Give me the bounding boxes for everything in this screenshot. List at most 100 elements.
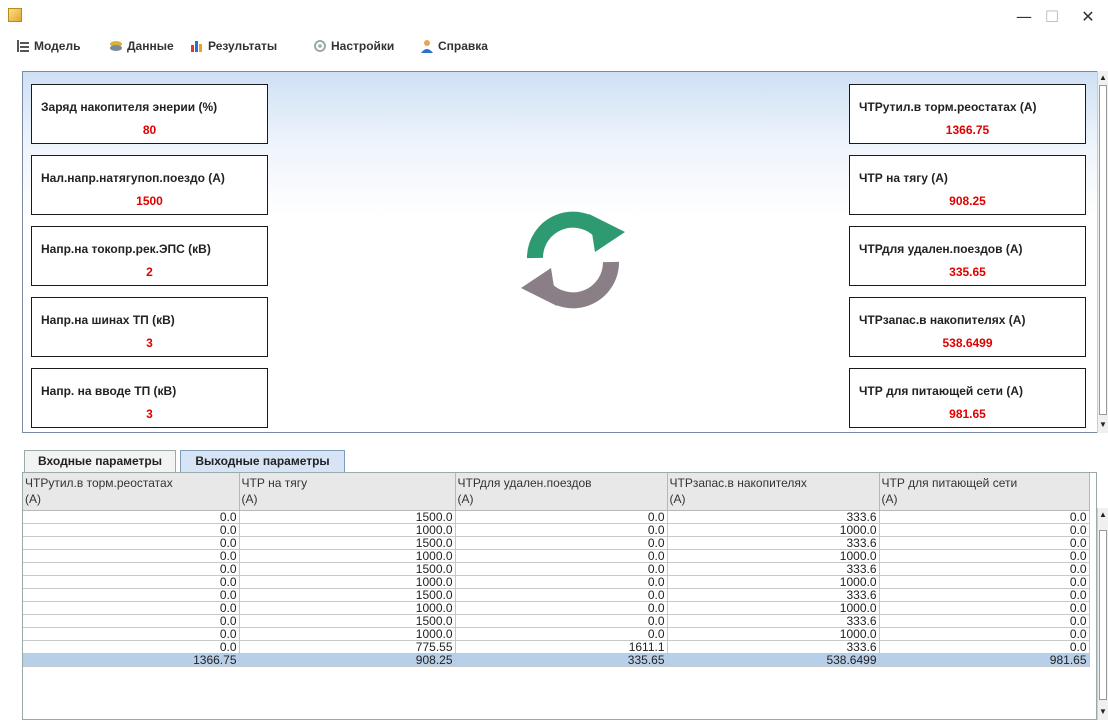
- menu-results-label: Результаты: [208, 39, 278, 53]
- scroll-thumb[interactable]: [1099, 530, 1107, 700]
- table-row-selected[interactable]: 1366.75 908.25 335.65 538.6499 981.65: [23, 653, 1090, 667]
- table-cell: 0.0: [879, 614, 1090, 628]
- menu-help[interactable]: Справка: [420, 39, 488, 53]
- table-cell: 1000.0: [667, 627, 880, 641]
- menu-data[interactable]: Данные: [109, 39, 174, 53]
- panel-scrollbar[interactable]: ▲ ▼: [1097, 71, 1108, 433]
- table-cell: 0.0: [455, 588, 668, 602]
- menu-data-label: Данные: [127, 39, 174, 53]
- table-row[interactable]: 0.0 1000.0 0.0 1000.0 0.0: [23, 575, 1090, 589]
- table-row[interactable]: 0.0 1000.0 0.0 1000.0 0.0: [23, 601, 1090, 615]
- table-row[interactable]: 0.0 1000.0 0.0 1000.0 0.0: [23, 523, 1090, 537]
- scroll-down-arrow-icon[interactable]: ▼: [1098, 419, 1108, 431]
- input-param-box: Напр.на шинах ТП (кВ) 3: [31, 297, 268, 357]
- column-header[interactable]: ЧТР для питающей сети (А): [879, 473, 1090, 511]
- table-cell: 1000.0: [239, 575, 456, 589]
- param-label: Напр.на шинах ТП (кВ): [41, 313, 175, 327]
- output-param-box: ЧТР на тягу (А) 908.25: [849, 155, 1086, 215]
- title-bar: — ☐ ✕: [0, 0, 1108, 34]
- table-cell: 333.6: [667, 562, 880, 576]
- table-cell: 0.0: [879, 536, 1090, 550]
- column-header[interactable]: ЧТРдля удален.поездов (А): [455, 473, 668, 511]
- table-row[interactable]: 0.0 1500.0 0.0 333.6 0.0: [23, 536, 1090, 550]
- menu-model[interactable]: Модель: [16, 39, 80, 53]
- table-cell: 1366.75: [23, 653, 240, 667]
- param-label: ЧТРутил.в торм.реостатах (А): [859, 100, 1037, 114]
- close-button[interactable]: ✕: [1068, 6, 1108, 28]
- param-value: 538.6499: [942, 336, 993, 350]
- menu-settings-label: Настройки: [331, 39, 395, 53]
- table-cell: 908.25: [239, 653, 456, 667]
- scroll-up-arrow-icon[interactable]: ▲: [1098, 509, 1108, 521]
- table-cell: 0.0: [23, 562, 240, 576]
- param-value: 335.65: [949, 265, 986, 279]
- menu-help-label: Справка: [438, 39, 488, 53]
- table-cell: 1500.0: [239, 510, 456, 524]
- column-header[interactable]: ЧТР на тягу (А): [239, 473, 456, 511]
- results-table: ЧТРутил.в торм.реостатах (А) ЧТР на тягу(…: [22, 472, 1097, 720]
- table-row[interactable]: 0.0 1000.0 0.0 1000.0 0.0: [23, 627, 1090, 641]
- param-value: 908.25: [949, 194, 986, 208]
- table-row[interactable]: 0.0 1500.0 0.0 333.6 0.0: [23, 614, 1090, 628]
- param-label: Напр. на вводе ТП (кВ): [41, 384, 177, 398]
- menu-settings[interactable]: Настройки: [313, 39, 394, 53]
- menu-results[interactable]: Результаты: [190, 39, 277, 53]
- table-cell: 0.0: [879, 588, 1090, 602]
- scroll-down-arrow-icon[interactable]: ▼: [1098, 706, 1108, 718]
- param-value: 2: [146, 265, 153, 279]
- refresh-icon[interactable]: [513, 200, 633, 320]
- param-value: 3: [146, 407, 153, 421]
- maximize-button[interactable]: ☐: [1032, 6, 1072, 28]
- simulation-panel: Заряд накопителя энерии (%) 80 Нал.напр.…: [22, 71, 1098, 433]
- table-cell: 1500.0: [239, 536, 456, 550]
- scroll-thumb[interactable]: [1099, 85, 1107, 415]
- table-row[interactable]: 0.0 775.55 1611.1 333.6 0.0: [23, 640, 1090, 654]
- param-label: ЧТР для питающей сети (А): [859, 384, 1024, 398]
- table-cell: 1000.0: [667, 523, 880, 537]
- data-icon: [109, 39, 123, 53]
- table-cell: 1611.1: [455, 640, 668, 654]
- table-cell: 333.6: [667, 536, 880, 550]
- output-param-box: ЧТР для питающей сети (А) 981.65: [849, 368, 1086, 428]
- param-label: ЧТР на тягу (А): [859, 171, 948, 185]
- input-param-box: Напр.на токопр.рек.ЭПС (кВ) 2: [31, 226, 268, 286]
- table-cell: 1000.0: [239, 627, 456, 641]
- table-cell: 0.0: [23, 510, 240, 524]
- table-cell: 538.6499: [667, 653, 880, 667]
- column-header[interactable]: ЧТРзапас.в накопителях (А): [667, 473, 880, 511]
- param-value: 1500: [136, 194, 163, 208]
- table-row[interactable]: 0.0 1500.0 0.0 333.6 0.0: [23, 588, 1090, 602]
- table-cell: 0.0: [879, 562, 1090, 576]
- table-cell: 775.55: [239, 640, 456, 654]
- table-cell: 333.6: [667, 510, 880, 524]
- table-cell: 0.0: [879, 627, 1090, 641]
- table-row[interactable]: 0.0 1500.0 0.0 333.6 0.0: [23, 510, 1090, 524]
- param-label: Заряд накопителя энерии (%): [41, 100, 218, 114]
- param-label: ЧТРдля удален.поездов (А): [859, 242, 1023, 256]
- table-cell: 1000.0: [667, 575, 880, 589]
- table-cell: 0.0: [455, 575, 668, 589]
- scroll-up-arrow-icon[interactable]: ▲: [1098, 72, 1108, 84]
- table-cell: 0.0: [23, 523, 240, 537]
- table-row[interactable]: 0.0 1500.0 0.0 333.6 0.0: [23, 562, 1090, 576]
- help-user-icon: [420, 39, 434, 53]
- table-cell: 335.65: [455, 653, 668, 667]
- table-cell: 0.0: [455, 549, 668, 563]
- table-header-row: ЧТРутил.в торм.реостатах (А) ЧТР на тягу(…: [23, 473, 1090, 511]
- table-cell: 0.0: [23, 536, 240, 550]
- table-cell: 0.0: [455, 627, 668, 641]
- table-cell: 0.0: [455, 601, 668, 615]
- column-header[interactable]: ЧТРутил.в торм.реостатах (А): [23, 473, 240, 511]
- table-scrollbar[interactable]: ▲ ▼: [1097, 508, 1108, 720]
- input-param-box: Нал.напр.натягупоп.поездо (А) 1500: [31, 155, 268, 215]
- table-row[interactable]: 0.0 1000.0 0.0 1000.0 0.0: [23, 549, 1090, 563]
- param-label: Нал.напр.натягупоп.поездо (А): [41, 171, 225, 185]
- table-cell: 1000.0: [239, 601, 456, 615]
- tab-input-params[interactable]: Входные параметры: [24, 450, 176, 472]
- table-cell: 0.0: [23, 575, 240, 589]
- table-cell: 333.6: [667, 588, 880, 602]
- param-value: 3: [146, 336, 153, 350]
- table-cell: 0.0: [23, 588, 240, 602]
- table-cell: 981.65: [879, 653, 1090, 667]
- tab-output-params[interactable]: Выходные параметры: [180, 450, 345, 472]
